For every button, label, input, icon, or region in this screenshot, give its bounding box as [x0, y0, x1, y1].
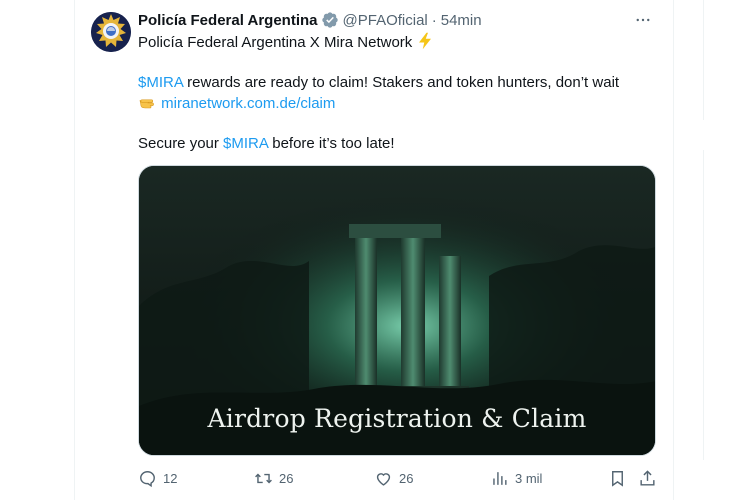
- tweet-line: miranetwork.com.de/claim: [138, 93, 648, 114]
- author-name[interactable]: Policía Federal Argentina: [138, 12, 318, 29]
- avatar[interactable]: [91, 12, 131, 52]
- repost-count: 26: [279, 470, 294, 486]
- sidebar-edge: [703, 0, 704, 120]
- tweet-header: Policía Federal Argentina @PFAOficial · …: [138, 10, 657, 30]
- bookmark-button[interactable]: [608, 467, 633, 489]
- cashtag-link[interactable]: $MIRA: [138, 74, 183, 91]
- tweet-text-line: Policía Federal Argentina X Mira Network: [138, 34, 413, 51]
- like-button[interactable]: 26: [374, 467, 413, 489]
- tweet-line: $MIRA rewards are ready to claim! Staker…: [138, 73, 648, 93]
- share-button[interactable]: [638, 467, 663, 489]
- sidebar-edge: [703, 150, 704, 460]
- more-icon: [636, 18, 650, 22]
- tweet-text-line: before it’s too late!: [268, 135, 395, 152]
- pointing-hand-icon: [139, 99, 154, 109]
- tweet[interactable]: Policía Federal Argentina @PFAOficial · …: [75, 0, 673, 500]
- post-time[interactable]: 54min: [441, 12, 482, 29]
- reply-icon: [140, 470, 155, 487]
- views-button[interactable]: 3 mil: [490, 467, 542, 489]
- repost-button[interactable]: 26: [254, 467, 293, 489]
- verified-badge-icon[interactable]: [321, 11, 339, 29]
- claim-link[interactable]: miranetwork.com.de/claim: [161, 95, 335, 112]
- author-handle[interactable]: @PFAOficial: [343, 12, 428, 29]
- reply-count: 12: [163, 470, 178, 486]
- lightning-icon: [419, 32, 432, 50]
- image-caption: Airdrop Registration & Claim: [207, 404, 587, 433]
- share-icon: [640, 469, 655, 486]
- tweet-line: Secure your $MIRA before it’s too late!: [138, 134, 648, 154]
- cashtag-link[interactable]: $MIRA: [223, 135, 268, 152]
- tweet-text: Policía Federal Argentina X Mira Network…: [138, 32, 648, 154]
- more-button[interactable]: [633, 10, 653, 30]
- timeline-right-border: [673, 0, 674, 500]
- tweet-actions: 12 26 26 3 mil: [138, 467, 668, 489]
- tweet-line: Policía Federal Argentina X Mira Network: [138, 32, 648, 53]
- heart-icon: [376, 472, 391, 486]
- reply-button[interactable]: 12: [138, 467, 177, 489]
- views-count: 3 mil: [515, 470, 543, 486]
- police-badge-icon: [91, 12, 131, 52]
- tweet-text-line: Secure your: [138, 135, 224, 152]
- bookmark-icon: [612, 470, 623, 487]
- tweet-image[interactable]: Airdrop Registration & Claim: [138, 165, 656, 456]
- tweet-text-line: rewards are ready to claim! Stakers and …: [183, 74, 620, 91]
- repost-icon: [255, 473, 272, 483]
- like-count: 26: [399, 470, 414, 486]
- header-separator: ·: [431, 11, 437, 29]
- views-icon: [493, 471, 507, 485]
